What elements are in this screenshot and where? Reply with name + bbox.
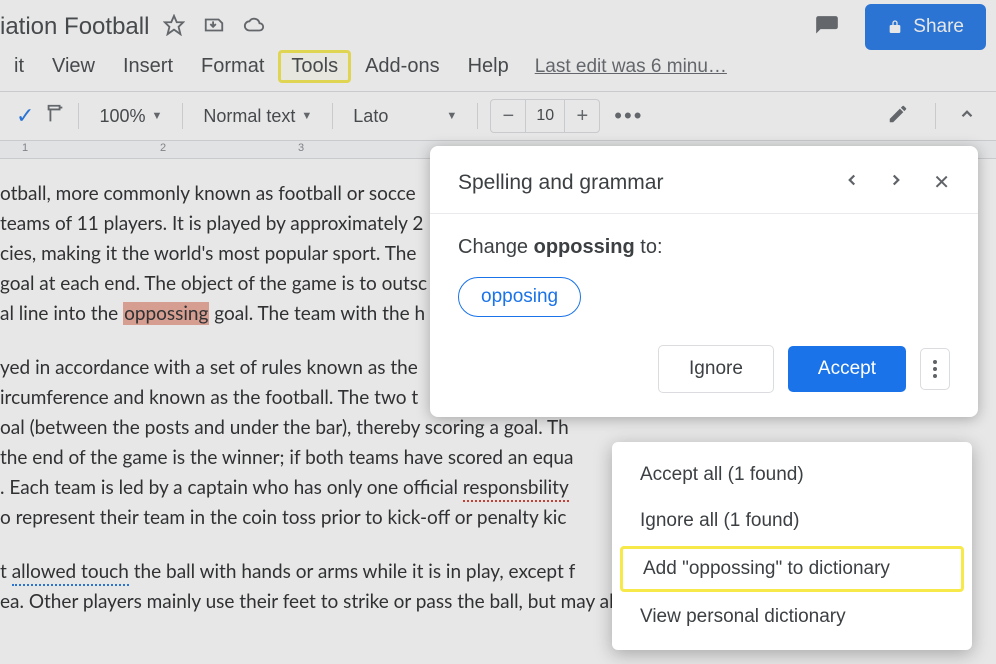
view-dictionary-item[interactable]: View personal dictionary xyxy=(612,594,972,640)
panel-title: Spelling and grammar xyxy=(458,171,843,195)
add-to-dictionary-item[interactable]: Add "oppossing" to dictionary xyxy=(620,546,964,592)
doc-text: goal at each end. The object of the game… xyxy=(0,272,427,295)
doc-text: ircumference and known as the football. … xyxy=(0,386,418,409)
paragraph-style-dropdown[interactable]: Normal text ▼ xyxy=(195,102,320,131)
lock-icon xyxy=(887,19,903,35)
font-size-stepper[interactable]: − 10 + xyxy=(490,99,600,133)
next-suggestion-button[interactable] xyxy=(887,171,905,194)
cloud-icon[interactable] xyxy=(243,14,265,41)
comments-icon[interactable] xyxy=(807,7,847,47)
caret-down-icon: ▼ xyxy=(151,110,162,122)
ruler-mark: 2 xyxy=(160,142,166,154)
caret-down-icon: ▼ xyxy=(301,110,312,122)
close-panel-button[interactable]: ✕ xyxy=(933,170,950,195)
increase-font-button[interactable]: + xyxy=(565,100,599,132)
decrease-font-button[interactable]: − xyxy=(491,100,525,132)
zoom-value: 100% xyxy=(99,106,145,127)
doc-text: . Each team is led by a captain who has … xyxy=(0,476,463,499)
caret-down-icon: ▼ xyxy=(446,110,457,122)
suggestion-chip[interactable]: opposing xyxy=(458,277,581,317)
doc-text: the end of the game is the winner; if bo… xyxy=(0,446,573,469)
ruler-mark: 3 xyxy=(298,142,304,154)
menu-addons[interactable]: Add-ons xyxy=(351,51,454,82)
share-label: Share xyxy=(913,16,964,38)
accept-all-item[interactable]: Accept all (1 found) xyxy=(612,452,972,498)
spelling-error[interactable]: responsbility xyxy=(463,476,569,502)
style-value: Normal text xyxy=(203,106,295,127)
doc-text: al line into the xyxy=(0,302,123,325)
doc-text: goal. The team with the h xyxy=(209,302,425,325)
ignore-button[interactable]: Ignore xyxy=(658,345,774,393)
doc-text: otball, more commonly known as football … xyxy=(0,182,416,205)
editing-mode-icon[interactable] xyxy=(873,103,923,130)
highlighted-misspelling[interactable]: oppossing xyxy=(123,302,209,325)
doc-text: oal (between the posts and under the bar… xyxy=(0,416,569,439)
doc-title[interactable]: iation Football xyxy=(0,13,149,41)
doc-text: the ball with hands or arms while it is … xyxy=(129,560,575,583)
doc-text: o represent their team in the coin toss … xyxy=(0,506,566,529)
menu-format[interactable]: Format xyxy=(187,51,278,82)
font-dropdown[interactable]: Lato ▼ xyxy=(345,102,465,131)
more-toolbar-icon[interactable]: ••• xyxy=(604,103,653,129)
doc-text: t xyxy=(0,560,12,583)
more-options-menu: Accept all (1 found) Ignore all (1 found… xyxy=(612,442,972,650)
more-options-button[interactable] xyxy=(920,348,950,390)
ignore-all-item[interactable]: Ignore all (1 found) xyxy=(612,498,972,544)
menu-help[interactable]: Help xyxy=(454,51,523,82)
star-icon[interactable] xyxy=(163,14,185,41)
doc-text: cies, making it the world's most popular… xyxy=(0,242,416,265)
doc-text: teams of 11 players. It is played by app… xyxy=(0,212,423,235)
font-size-value[interactable]: 10 xyxy=(525,100,565,132)
zoom-dropdown[interactable]: 100% ▼ xyxy=(91,102,170,131)
menu-insert[interactable]: Insert xyxy=(109,51,187,82)
last-edit-link[interactable]: Last edit was 6 minu… xyxy=(523,56,727,78)
change-prompt: Change oppossing to: xyxy=(458,236,950,259)
share-button[interactable]: Share xyxy=(865,4,986,50)
collapse-icon[interactable] xyxy=(948,105,986,128)
font-value: Lato xyxy=(353,106,388,127)
move-icon[interactable] xyxy=(203,14,225,41)
ruler-mark: 1 xyxy=(22,142,28,154)
menu-edit[interactable]: it xyxy=(0,51,38,82)
spellcheck-icon[interactable]: ✓ xyxy=(10,103,40,129)
prev-suggestion-button[interactable] xyxy=(843,171,861,194)
menu-view[interactable]: View xyxy=(38,51,109,82)
menu-tools[interactable]: Tools xyxy=(278,50,351,83)
doc-text: yed in accordance with a set of rules kn… xyxy=(0,356,418,379)
paint-format-icon[interactable] xyxy=(44,103,66,130)
accept-button[interactable]: Accept xyxy=(788,346,906,392)
spelling-grammar-panel: Spelling and grammar ✕ Change oppossing … xyxy=(430,146,978,417)
grammar-error[interactable]: allowed touch xyxy=(12,560,129,586)
